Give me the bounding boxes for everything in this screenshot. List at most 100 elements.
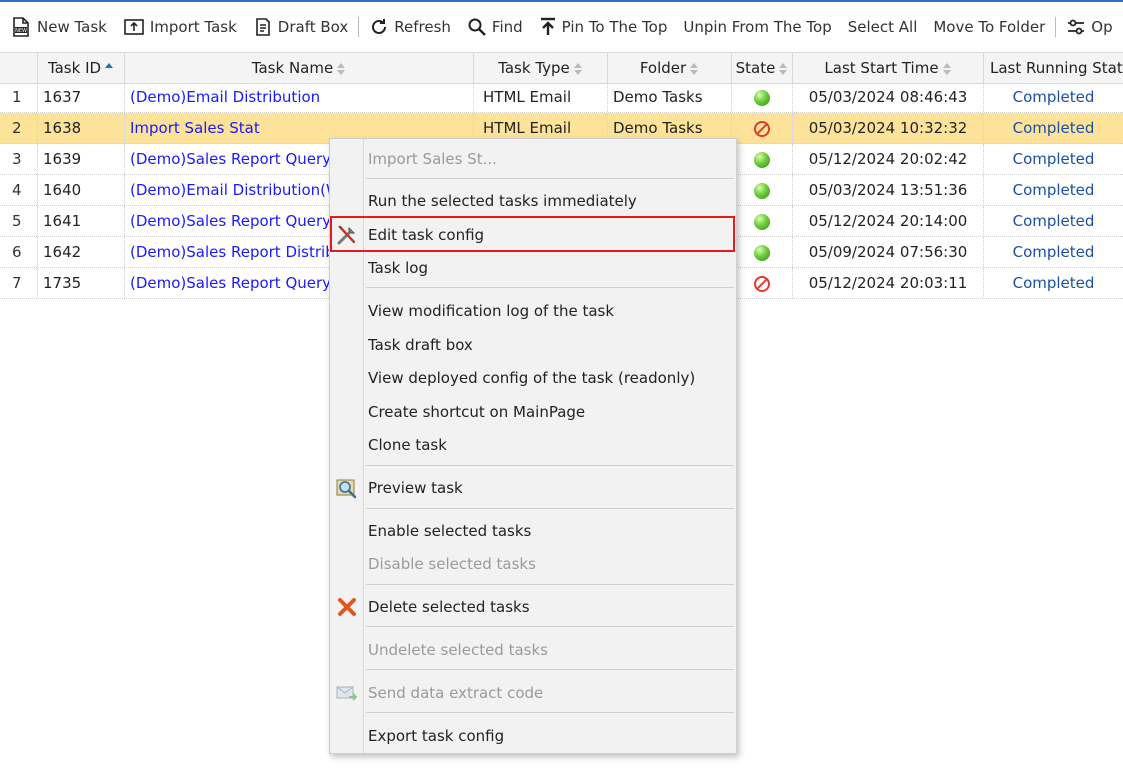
menu-item-delete-tasks[interactable]: Delete selected tasks <box>330 592 736 622</box>
menu-item-create-shortcut[interactable]: Create shortcut on MainPage <box>330 397 736 427</box>
new-task-icon: NEW <box>13 17 29 37</box>
table-row[interactable]: 1 1637 (Demo)Email Distribution HTML Email D… <box>0 82 1123 113</box>
search-icon <box>468 18 486 36</box>
last-running-state-cell[interactable]: Completed <box>984 237 1123 267</box>
pin-top-label: Pin To The Top <box>561 18 668 36</box>
move-folder-label: Move To Folder <box>933 18 1046 36</box>
draft-box-button[interactable]: Draft Box <box>245 7 356 47</box>
menu-separator <box>366 584 734 585</box>
sort-icon <box>573 62 583 76</box>
refresh-label: Refresh <box>394 18 451 36</box>
column-header-rownum <box>0 53 38 83</box>
delete-icon <box>338 598 356 616</box>
last-start-time-cell: 05/03/2024 13:51:36 <box>793 175 984 205</box>
menu-item-title: Import Sales St... <box>368 150 497 168</box>
last-running-state-cell[interactable]: Completed <box>984 113 1123 143</box>
menu-separator <box>366 712 734 713</box>
row-number: 6 <box>0 237 38 267</box>
menu-item-disable-tasks[interactable]: Disable selected tasks <box>330 549 736 579</box>
task-id-cell: 1642 <box>38 237 125 267</box>
refresh-button[interactable]: Refresh <box>361 7 459 47</box>
move-folder-button[interactable]: Move To Folder <box>925 7 1053 47</box>
refresh-icon <box>372 19 387 34</box>
select-all-button[interactable]: Select All <box>840 7 926 47</box>
last-running-state-cell[interactable]: Completed <box>984 268 1123 298</box>
column-header-last-start-time[interactable]: Last Start Time <box>793 53 984 83</box>
menu-item-undelete-tasks[interactable]: Undelete selected tasks <box>330 635 736 665</box>
column-header-last-running-state[interactable]: Last Running State <box>984 53 1123 83</box>
enabled-status-icon <box>754 151 770 168</box>
sort-icon <box>942 62 952 76</box>
pin-top-button[interactable]: Pin To The Top <box>531 7 676 47</box>
menu-item-clone-task[interactable]: Clone task <box>330 430 736 460</box>
options-button[interactable]: Op <box>1058 7 1120 47</box>
menu-separator <box>366 626 734 627</box>
send-mail-icon <box>336 686 358 701</box>
column-header-folder[interactable]: Folder <box>608 53 732 83</box>
find-button[interactable]: Find <box>459 7 531 47</box>
task-id-cell: 1638 <box>38 113 125 143</box>
sort-icon <box>690 62 699 76</box>
new-task-label: New Task <box>37 18 107 36</box>
toolbar-separator <box>1055 17 1057 37</box>
state-cell <box>732 175 793 205</box>
last-running-state-cell[interactable]: Completed <box>984 82 1123 112</box>
highlight-box <box>330 216 735 252</box>
draft-box-label: Draft Box <box>277 18 349 36</box>
row-number: 1 <box>0 82 38 112</box>
menu-item-preview-task[interactable]: Preview task <box>330 473 736 503</box>
preview-icon <box>336 479 357 499</box>
last-start-time-cell: 05/12/2024 20:03:11 <box>793 268 984 298</box>
last-start-time-cell: 05/03/2024 10:32:32 <box>793 113 984 143</box>
row-number: 4 <box>0 175 38 205</box>
state-cell <box>732 268 793 298</box>
enabled-status-icon <box>754 182 770 199</box>
menu-item-task-log[interactable]: Task log <box>330 253 736 283</box>
task-id-cell: 1637 <box>38 82 125 112</box>
options-label: Op <box>1091 18 1113 36</box>
row-number: 7 <box>0 268 38 298</box>
menu-item-send-extract-code[interactable]: Send data extract code <box>330 678 736 708</box>
folder-cell: Demo Tasks <box>608 82 732 112</box>
new-task-button[interactable]: NEW New Task <box>0 7 115 47</box>
import-task-label: Import Task <box>149 18 237 36</box>
column-header-state[interactable]: State <box>732 53 793 83</box>
last-running-state-cell[interactable]: Completed <box>984 206 1123 236</box>
last-running-state-cell[interactable]: Completed <box>984 175 1123 205</box>
task-name-cell[interactable]: (Demo)Email Distribution <box>125 82 474 112</box>
unpin-top-button[interactable]: Unpin From The Top <box>675 7 839 47</box>
column-header-task-id[interactable]: Task ID <box>38 53 125 83</box>
state-cell <box>732 206 793 236</box>
menu-item-run-now[interactable]: Run the selected tasks immediately <box>330 186 736 216</box>
svg-text:NEW: NEW <box>15 28 27 34</box>
menu-item-view-modification-log[interactable]: View modification log of the task <box>330 296 736 326</box>
row-number: 2 <box>0 113 38 143</box>
enabled-status-icon <box>754 244 770 261</box>
pin-top-icon <box>540 17 555 35</box>
menu-separator <box>366 508 734 509</box>
last-start-time-cell: 05/12/2024 20:02:42 <box>793 144 984 174</box>
menu-item-export-config[interactable]: Export task config <box>330 721 736 751</box>
disabled-status-icon <box>754 120 770 137</box>
toolbar-separator <box>358 17 360 37</box>
sort-icon <box>337 62 346 76</box>
sort-icon <box>779 62 788 76</box>
state-cell <box>732 113 793 143</box>
menu-separator <box>366 669 734 670</box>
column-header-task-type[interactable]: Task Type <box>474 53 608 83</box>
task-id-cell: 1640 <box>38 175 125 205</box>
unpin-top-label: Unpin From The Top <box>683 18 832 36</box>
column-header-task-name[interactable]: Task Name <box>125 53 474 83</box>
last-running-state-cell[interactable]: Completed <box>984 144 1123 174</box>
menu-item-enable-tasks[interactable]: Enable selected tasks <box>330 516 736 546</box>
menu-item-task-draft-box[interactable]: Task draft box <box>330 330 736 360</box>
state-cell <box>732 237 793 267</box>
find-label: Find <box>491 18 523 36</box>
import-task-button[interactable]: Import Task <box>115 7 245 47</box>
options-icon <box>1068 19 1085 35</box>
last-start-time-cell: 05/09/2024 07:56:30 <box>793 237 984 267</box>
state-cell <box>732 144 793 174</box>
draft-box-icon <box>255 18 270 36</box>
menu-item-view-deployed-config[interactable]: View deployed config of the task (readon… <box>330 363 736 393</box>
state-cell <box>732 82 793 112</box>
